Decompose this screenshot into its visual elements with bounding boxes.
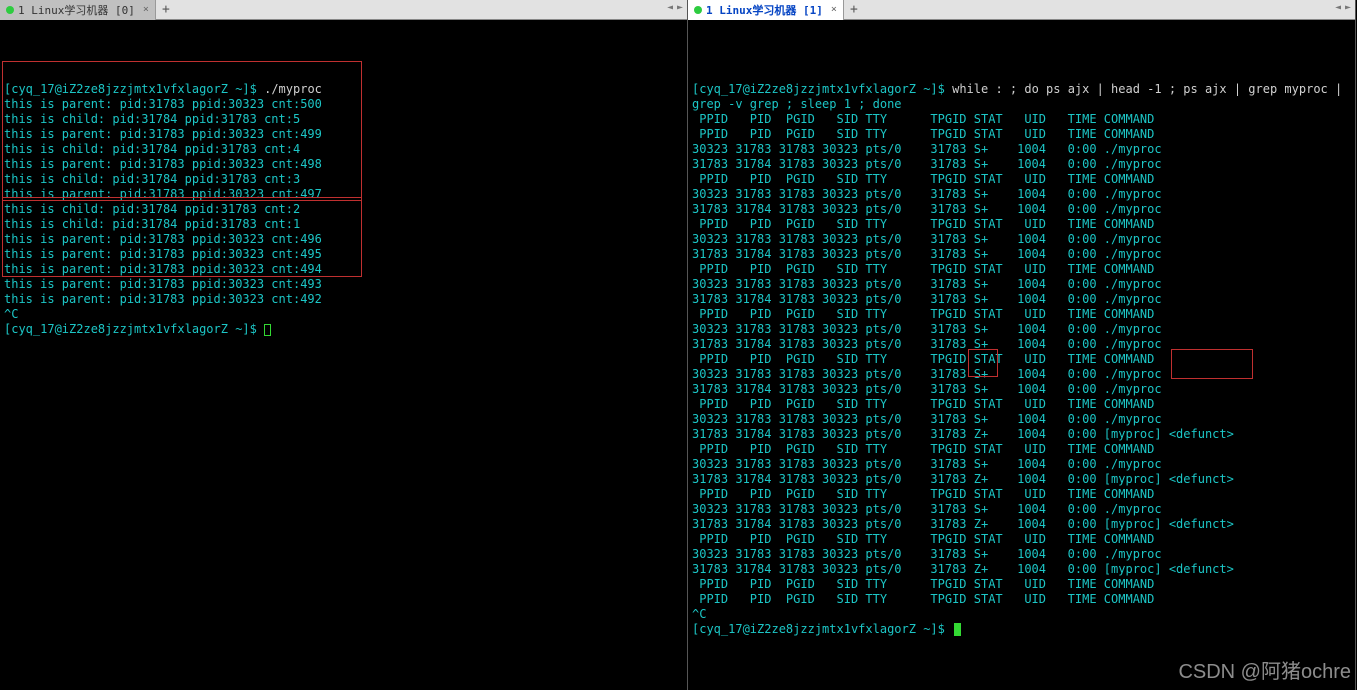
- terminal-line: PPID PID PGID SID TTY TPGID STAT UID TIM…: [692, 217, 1351, 232]
- terminal-line: this is parent: pid:31783 ppid:30323 cnt…: [4, 127, 683, 142]
- add-tab-button[interactable]: +: [844, 2, 864, 17]
- terminal-line: PPID PID PGID SID TTY TPGID STAT UID TIM…: [692, 442, 1351, 457]
- add-tab-button[interactable]: +: [156, 2, 176, 17]
- terminal-line: this is child: pid:31784 ppid:31783 cnt:…: [4, 217, 683, 232]
- terminal-line: 31783 31784 31783 30323 pts/0 31783 S+ 1…: [692, 337, 1351, 352]
- terminal-line: PPID PID PGID SID TTY TPGID STAT UID TIM…: [692, 577, 1351, 592]
- terminal-line: this is parent: pid:31783 ppid:30323 cnt…: [4, 187, 683, 202]
- tab-title: 1 Linux学习机器 [0]: [18, 2, 135, 18]
- terminal-line: this is child: pid:31784 ppid:31783 cnt:…: [4, 172, 683, 187]
- prompt-line: [cyq_17@iZ2ze8jzzjmtx1vfxlagorZ ~]$: [692, 622, 1351, 637]
- terminal-line: this is child: pid:31784 ppid:31783 cnt:…: [4, 202, 683, 217]
- left-pane: 1 Linux学习机器 [0] × + ◄ ► [cyq_17@iZ2ze8jz…: [0, 0, 688, 690]
- terminal-line: PPID PID PGID SID TTY TPGID STAT UID TIM…: [692, 127, 1351, 142]
- terminal-line: PPID PID PGID SID TTY TPGID STAT UID TIM…: [692, 172, 1351, 187]
- terminal-line: PPID PID PGID SID TTY TPGID STAT UID TIM…: [692, 262, 1351, 277]
- tab-title: 1 Linux学习机器 [1]: [706, 2, 823, 18]
- terminal-line: 31783 31784 31783 30323 pts/0 31783 S+ 1…: [692, 247, 1351, 262]
- tab-left-0[interactable]: 1 Linux学习机器 [0] ×: [0, 0, 156, 20]
- status-dot-icon: [6, 6, 14, 14]
- status-dot-icon: [694, 6, 702, 14]
- tabbar-right: 1 Linux学习机器 [1] × + ◄ ►: [688, 0, 1355, 20]
- arrow-right-icon[interactable]: ►: [1345, 2, 1351, 13]
- terminal-line: PPID PID PGID SID TTY TPGID STAT UID TIM…: [692, 532, 1351, 547]
- terminal-line: grep -v grep ; sleep 1 ; done: [692, 97, 1351, 112]
- terminal-line: this is child: pid:31784 ppid:31783 cnt:…: [4, 142, 683, 157]
- terminal-line: 30323 31783 31783 30323 pts/0 31783 S+ 1…: [692, 277, 1351, 292]
- terminal-line: PPID PID PGID SID TTY TPGID STAT UID TIM…: [692, 352, 1351, 367]
- tabbar-nav-arrows: ◄ ►: [1335, 2, 1351, 13]
- terminal-left[interactable]: [cyq_17@iZ2ze8jzzjmtx1vfxlagorZ ~]$ ./my…: [0, 20, 687, 690]
- terminal-line: 30323 31783 31783 30323 pts/0 31783 S+ 1…: [692, 547, 1351, 562]
- terminal-line: this is parent: pid:31783 ppid:30323 cnt…: [4, 277, 683, 292]
- prompt-line: [cyq_17@iZ2ze8jzzjmtx1vfxlagorZ ~]$ whil…: [692, 82, 1351, 97]
- terminal-line: this is parent: pid:31783 ppid:30323 cnt…: [4, 157, 683, 172]
- terminal-line: 31783 31784 31783 30323 pts/0 31783 S+ 1…: [692, 292, 1351, 307]
- terminal-line: 31783 31784 31783 30323 pts/0 31783 S+ 1…: [692, 202, 1351, 217]
- terminal-line: 31783 31784 31783 30323 pts/0 31783 Z+ 1…: [692, 562, 1351, 577]
- terminal-line: this is parent: pid:31783 ppid:30323 cnt…: [4, 247, 683, 262]
- terminal-line: 30323 31783 31783 30323 pts/0 31783 S+ 1…: [692, 367, 1351, 382]
- terminal-line: 31783 31784 31783 30323 pts/0 31783 Z+ 1…: [692, 472, 1351, 487]
- arrow-left-icon[interactable]: ◄: [1335, 2, 1341, 13]
- terminal-line: PPID PID PGID SID TTY TPGID STAT UID TIM…: [692, 397, 1351, 412]
- terminal-line: ^C: [692, 607, 1351, 622]
- terminal-line: PPID PID PGID SID TTY TPGID STAT UID TIM…: [692, 112, 1351, 127]
- tabbar-left: 1 Linux学习机器 [0] × + ◄ ►: [0, 0, 687, 20]
- terminal-line: ^C: [4, 307, 683, 322]
- terminal-line: this is parent: pid:31783 ppid:30323 cnt…: [4, 262, 683, 277]
- arrow-left-icon[interactable]: ◄: [667, 2, 673, 13]
- terminal-line: 30323 31783 31783 30323 pts/0 31783 S+ 1…: [692, 322, 1351, 337]
- tab-right-0[interactable]: 1 Linux学习机器 [1] ×: [688, 0, 844, 20]
- close-icon[interactable]: ×: [143, 4, 149, 15]
- arrow-right-icon[interactable]: ►: [677, 2, 683, 13]
- prompt-line: [cyq_17@iZ2ze8jzzjmtx1vfxlagorZ ~]$: [4, 322, 683, 337]
- terminal-line: PPID PID PGID SID TTY TPGID STAT UID TIM…: [692, 487, 1351, 502]
- terminal-line: 31783 31784 31783 30323 pts/0 31783 Z+ 1…: [692, 427, 1351, 442]
- terminal-line: this is parent: pid:31783 ppid:30323 cnt…: [4, 232, 683, 247]
- terminal-line: PPID PID PGID SID TTY TPGID STAT UID TIM…: [692, 307, 1351, 322]
- terminal-line: PPID PID PGID SID TTY TPGID STAT UID TIM…: [692, 592, 1351, 607]
- watermark: CSDN @阿猪ochre: [1178, 655, 1351, 684]
- terminal-right[interactable]: [cyq_17@iZ2ze8jzzjmtx1vfxlagorZ ~]$ whil…: [688, 20, 1355, 690]
- terminal-line: 30323 31783 31783 30323 pts/0 31783 S+ 1…: [692, 142, 1351, 157]
- terminal-line: this is parent: pid:31783 ppid:30323 cnt…: [4, 292, 683, 307]
- terminal-line: 31783 31784 31783 30323 pts/0 31783 Z+ 1…: [692, 517, 1351, 532]
- terminal-line: 30323 31783 31783 30323 pts/0 31783 S+ 1…: [692, 187, 1351, 202]
- terminal-line: 30323 31783 31783 30323 pts/0 31783 S+ 1…: [692, 232, 1351, 247]
- close-icon[interactable]: ×: [831, 4, 837, 15]
- terminal-line: 30323 31783 31783 30323 pts/0 31783 S+ 1…: [692, 412, 1351, 427]
- terminal-line: 30323 31783 31783 30323 pts/0 31783 S+ 1…: [692, 502, 1351, 517]
- terminal-line: 31783 31784 31783 30323 pts/0 31783 S+ 1…: [692, 382, 1351, 397]
- terminal-line: this is parent: pid:31783 ppid:30323 cnt…: [4, 97, 683, 112]
- terminal-line: 30323 31783 31783 30323 pts/0 31783 S+ 1…: [692, 457, 1351, 472]
- right-pane: 1 Linux学习机器 [1] × + ◄ ► [cyq_17@iZ2ze8jz…: [688, 0, 1356, 690]
- terminal-line: 31783 31784 31783 30323 pts/0 31783 S+ 1…: [692, 157, 1351, 172]
- terminal-line: this is child: pid:31784 ppid:31783 cnt:…: [4, 112, 683, 127]
- workspace: 1 Linux学习机器 [0] × + ◄ ► [cyq_17@iZ2ze8jz…: [0, 0, 1357, 690]
- prompt-line: [cyq_17@iZ2ze8jzzjmtx1vfxlagorZ ~]$ ./my…: [4, 82, 683, 97]
- tabbar-nav-arrows: ◄ ►: [667, 2, 683, 13]
